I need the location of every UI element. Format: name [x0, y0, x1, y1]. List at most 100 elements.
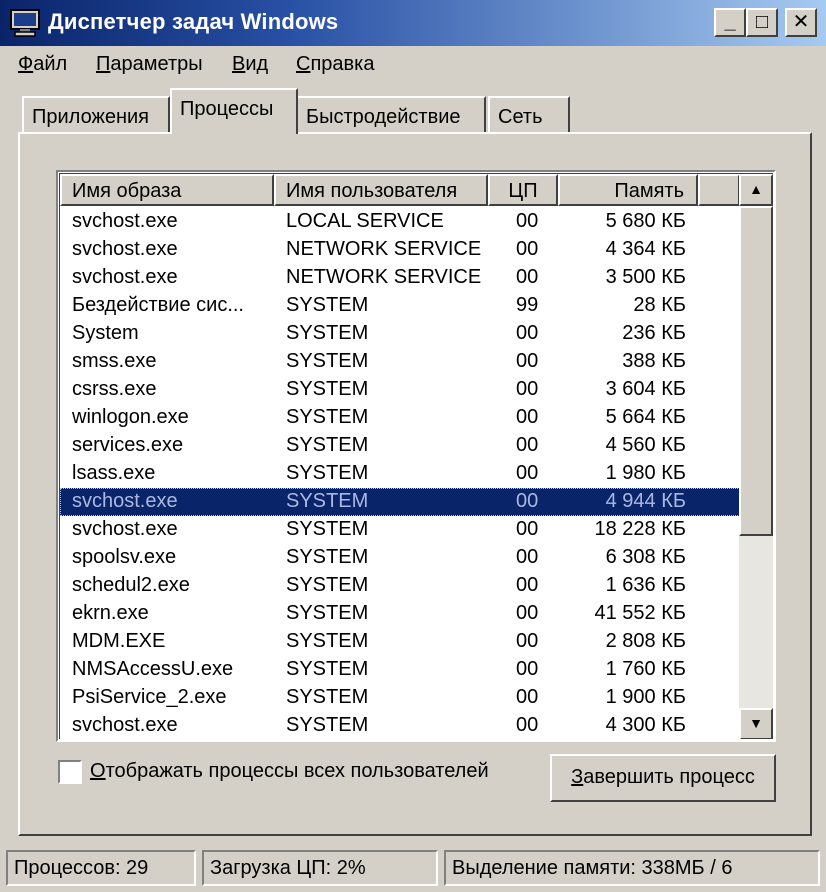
show-all-users-accel: О — [90, 760, 106, 782]
cell-memory: 5 680 КБ — [605, 210, 686, 232]
table-row[interactable]: System SYSTEM 00 236 КБ — [60, 320, 740, 348]
cell-image-name: svchost.exe — [72, 210, 178, 232]
tab-processes[interactable]: Процессы — [170, 88, 298, 134]
cell-cpu: 00 — [516, 658, 539, 680]
cell-image-name: NMSAccessU.exe — [72, 658, 234, 680]
column-header-cpu[interactable]: ЦП — [488, 174, 558, 206]
column-header-user-name[interactable]: Имя пользователя — [274, 174, 488, 206]
cell-image-name: lsass.exe — [72, 462, 156, 484]
menu-file-accel: Ф — [18, 53, 34, 75]
table-row[interactable]: schedul2.exe SYSTEM 00 1 636 КБ — [60, 572, 740, 600]
process-rows: svchost.exe LOCAL SERVICE 00 5 680 КБ svchos… — [60, 208, 740, 739]
cell-user-name: SYSTEM — [286, 434, 369, 456]
close-button[interactable]: ✕ — [785, 8, 817, 37]
cell-image-name: svchost.exe — [72, 714, 178, 736]
cell-memory: 3 604 КБ — [605, 378, 686, 400]
table-row[interactable]: ekrn.exe SYSTEM 00 41 552 КБ — [60, 600, 740, 628]
cell-image-name: csrss.exe — [72, 378, 157, 400]
menu-file-label: айл — [33, 53, 68, 75]
table-row[interactable]: svchost.exe SYSTEM 00 4 300 КБ — [60, 712, 740, 739]
process-list[interactable]: Имя образа Имя пользователя ЦП Память sv… — [56, 170, 776, 742]
menu-options[interactable]: Параметры — [96, 53, 203, 76]
cell-image-name: svchost.exe — [72, 238, 178, 260]
cell-memory: 4 300 КБ — [605, 714, 686, 736]
table-row[interactable]: services.exe SYSTEM 00 4 560 КБ — [60, 432, 740, 460]
column-header-memory-label: Память — [614, 180, 684, 202]
cell-memory: 3 500 КБ — [605, 266, 686, 288]
cell-cpu: 00 — [516, 378, 539, 400]
cell-cpu: 00 — [516, 546, 539, 568]
table-row[interactable]: svchost.exe SYSTEM 00 18 228 КБ — [60, 516, 740, 544]
tab-applications-label: Приложения — [32, 106, 150, 128]
status-bar: Процессов: 29 Загрузка ЦП: 2% Выделение … — [0, 846, 826, 892]
cell-image-name: PsiService_2.exe — [72, 686, 227, 708]
cell-image-name: MDM.EXE — [72, 630, 166, 652]
cell-memory: 5 664 КБ — [605, 406, 686, 428]
menu-view[interactable]: Вид — [232, 53, 268, 76]
cell-cpu: 00 — [516, 266, 539, 288]
show-all-users-checkbox[interactable] — [58, 760, 82, 784]
cell-image-name: svchost.exe — [72, 518, 178, 540]
tab-performance[interactable]: Быстродействие — [296, 96, 486, 134]
table-row[interactable]: svchost.exe NETWORK SERVICE 00 4 364 КБ — [60, 236, 740, 264]
cell-image-name: spoolsv.exe — [72, 546, 177, 568]
table-row[interactable]: spoolsv.exe SYSTEM 00 6 308 КБ — [60, 544, 740, 572]
column-header-user-name-label: Имя пользователя — [286, 180, 458, 202]
minimize-button[interactable]: _ — [714, 8, 746, 37]
cell-cpu: 00 — [516, 490, 539, 512]
cell-user-name: SYSTEM — [286, 658, 369, 680]
status-cpu-usage: Загрузка ЦП: 2% — [202, 850, 438, 886]
cell-memory: 388 КБ — [622, 350, 686, 372]
menu-file[interactable]: Файл — [18, 53, 67, 76]
tab-processes-label: Процессы — [180, 98, 274, 120]
cell-user-name: SYSTEM — [286, 378, 369, 400]
end-process-button[interactable]: Завершить процесс — [550, 754, 776, 802]
menu-options-accel: П — [96, 53, 111, 75]
column-header-memory[interactable]: Память — [558, 174, 698, 206]
menu-help[interactable]: Справка — [296, 53, 374, 76]
cell-user-name: SYSTEM — [286, 350, 369, 372]
table-row[interactable]: smss.exe SYSTEM 00 388 КБ — [60, 348, 740, 376]
cell-user-name: SYSTEM — [286, 490, 369, 512]
table-row[interactable]: svchost.exe LOCAL SERVICE 00 5 680 КБ — [60, 208, 740, 236]
maximize-icon: □ — [755, 11, 769, 33]
scroll-down-button[interactable]: ▼ — [739, 708, 773, 739]
menu-view-accel: В — [232, 53, 246, 75]
title-bar[interactable]: Диспетчер задач Windows _ □ ✕ — [0, 0, 826, 46]
cell-image-name: ekrn.exe — [72, 602, 149, 624]
cell-memory: 2 808 КБ — [605, 630, 686, 652]
cell-cpu: 00 — [516, 630, 539, 652]
table-row[interactable]: svchost.exe SYSTEM 00 4 944 КБ — [60, 488, 740, 516]
cell-image-name: schedul2.exe — [72, 574, 190, 596]
table-row[interactable]: MDM.EXE SYSTEM 00 2 808 КБ — [60, 628, 740, 656]
cell-user-name: SYSTEM — [286, 686, 369, 708]
scrollbar-thumb[interactable] — [739, 206, 773, 536]
close-icon: ✕ — [792, 11, 810, 33]
status-process-count: Процессов: 29 — [6, 850, 196, 886]
show-all-users-label[interactable]: Отображать процессы всех пользователей — [90, 760, 489, 783]
cell-cpu: 99 — [516, 294, 539, 316]
tab-performance-label: Быстродействие — [306, 106, 461, 128]
minimize-icon: _ — [724, 11, 736, 33]
column-header-image-name[interactable]: Имя образа — [60, 174, 274, 206]
cell-memory: 41 552 КБ — [594, 602, 686, 624]
table-row[interactable]: csrss.exe SYSTEM 00 3 604 КБ — [60, 376, 740, 404]
vertical-scrollbar[interactable]: ▲ ▼ — [739, 174, 773, 739]
column-header-image-name-label: Имя образа — [72, 180, 182, 202]
table-row[interactable]: NMSAccessU.exe SYSTEM 00 1 760 КБ — [60, 656, 740, 684]
table-row[interactable]: PsiService_2.exe SYSTEM 00 1 900 КБ — [60, 684, 740, 712]
table-row[interactable]: winlogon.exe SYSTEM 00 5 664 КБ — [60, 404, 740, 432]
tab-applications[interactable]: Приложения — [22, 96, 170, 134]
maximize-button[interactable]: □ — [746, 8, 778, 37]
table-row[interactable]: lsass.exe SYSTEM 00 1 980 КБ — [60, 460, 740, 488]
menu-help-accel: С — [296, 53, 311, 75]
cell-user-name: SYSTEM — [286, 630, 369, 652]
table-row[interactable]: Бездействие сис... SYSTEM 99 28 КБ — [60, 292, 740, 320]
table-row[interactable]: svchost.exe NETWORK SERVICE 00 3 500 КБ — [60, 264, 740, 292]
cell-image-name: Бездействие сис... — [72, 294, 244, 316]
cell-cpu: 00 — [516, 322, 539, 344]
scroll-up-button[interactable]: ▲ — [739, 174, 773, 206]
tab-network[interactable]: Сеть — [488, 96, 570, 134]
cell-memory: 6 308 КБ — [605, 546, 686, 568]
cell-cpu: 00 — [516, 434, 539, 456]
